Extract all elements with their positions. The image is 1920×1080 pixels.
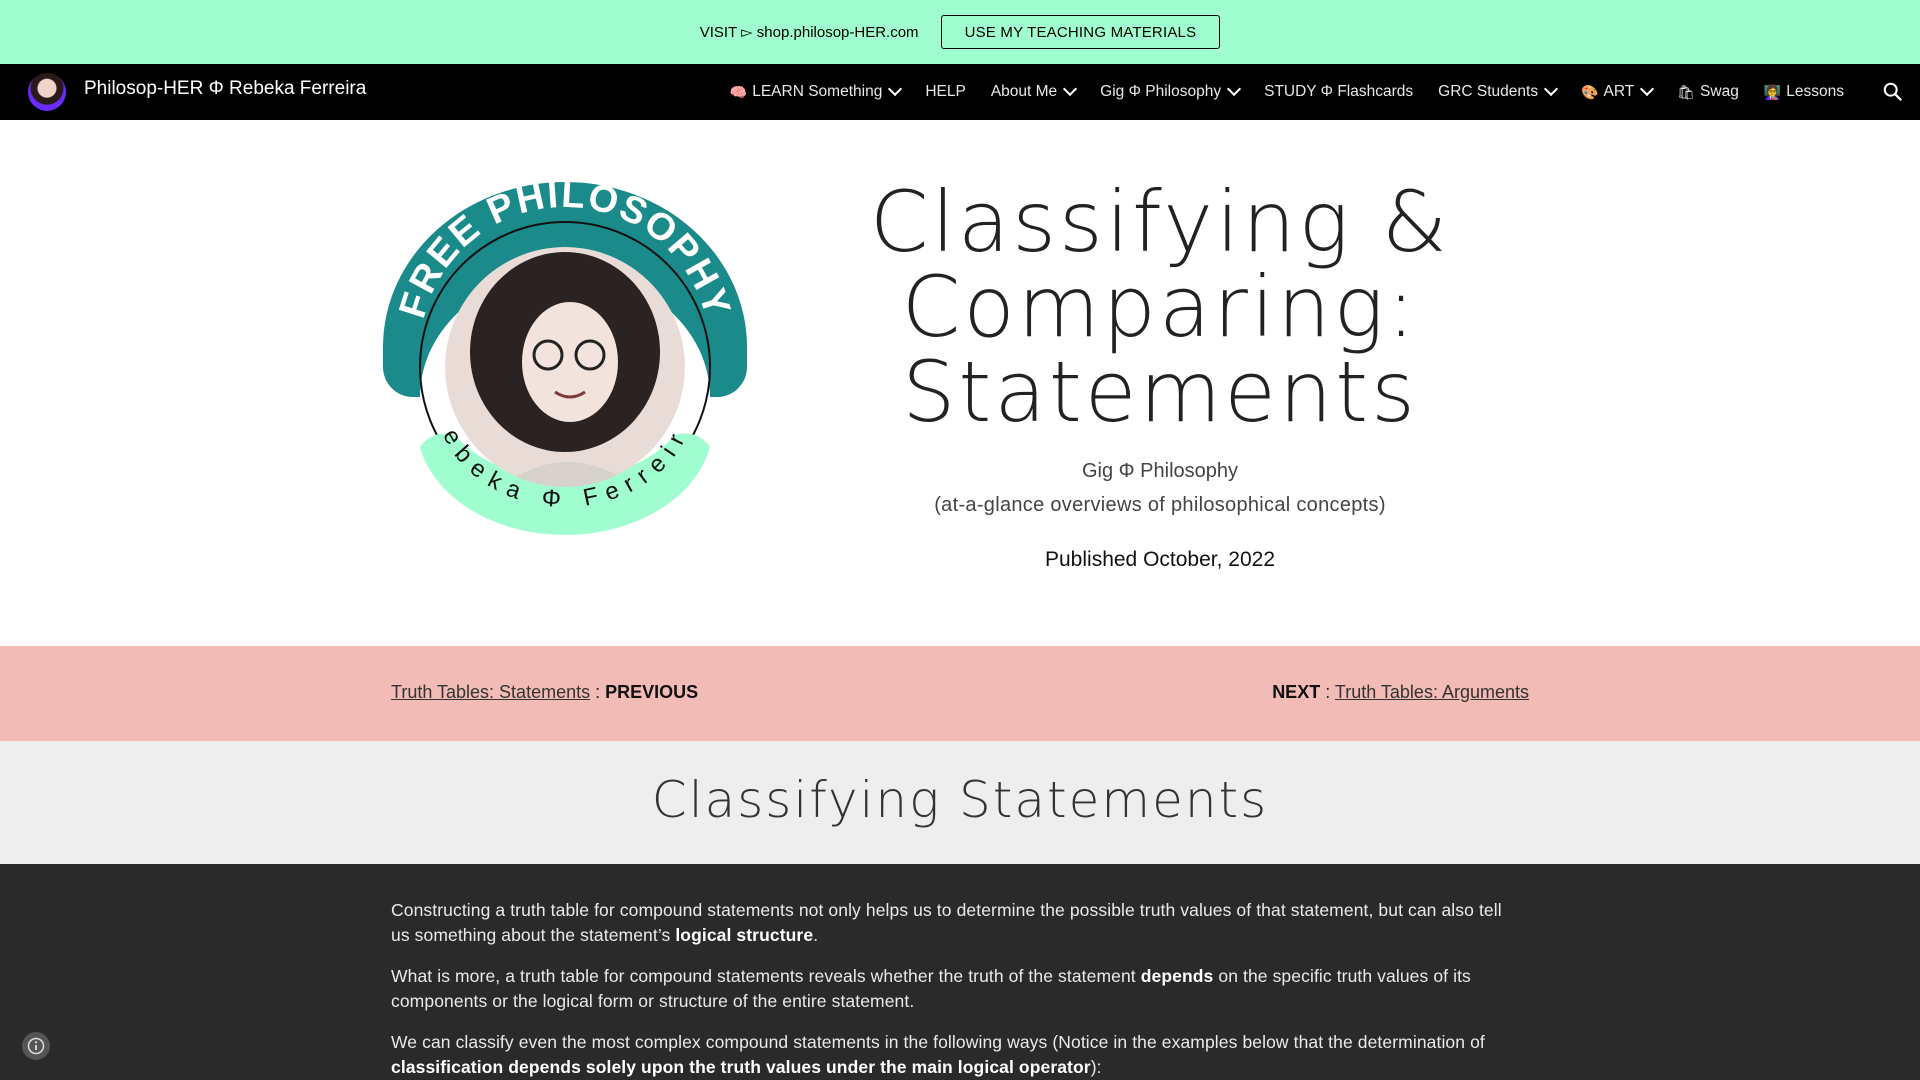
paragraph-2: What is more, a truth table for compound… <box>391 964 1521 1014</box>
site-avatar[interactable] <box>28 73 66 111</box>
shopping-bag-icon: 🛍 <box>1677 83 1696 100</box>
brain-icon: 🧠 <box>729 83 748 100</box>
nav-item-label: LEARN Something <box>752 83 883 100</box>
paragraph-text: We can classify even the most complex co… <box>391 1032 1485 1052</box>
previous-label: PREVIOUS <box>605 682 699 702</box>
published-date: Published October, 2022 <box>1045 548 1275 571</box>
site-navbar: Philosop-HER Φ Rebeka Ferreira 🧠 LEARN S… <box>0 64 1920 120</box>
palette-icon: 🎨 <box>1581 83 1599 100</box>
paragraph-bold-text: logical structure <box>675 925 814 945</box>
nav-item-label: About Me <box>990 83 1058 100</box>
next-nav: NEXT : Truth Tables: Arguments <box>1272 682 1529 703</box>
nav-item-grc-students[interactable]: GRC Students <box>1438 81 1559 101</box>
pager-separator: : <box>1320 682 1335 702</box>
nav-item-swag[interactable]: 🛍 Swag <box>1677 83 1739 101</box>
site-info-button[interactable] <box>22 1032 50 1060</box>
paragraph-bold-text: classification depends solely upon the t… <box>391 1057 1091 1077</box>
nav-item-label: HELP <box>925 83 966 100</box>
nav-item-help[interactable]: HELP <box>925 83 966 101</box>
section-header: Classifying Statements <box>0 741 1920 864</box>
previous-page-link[interactable]: Truth Tables: Statements <box>391 682 590 702</box>
nav-item-label: STUDY Φ Flashcards <box>1264 83 1414 100</box>
search-icon[interactable] <box>1882 81 1904 103</box>
teaching-materials-button[interactable]: USE MY TEACHING MATERIALS <box>940 15 1221 49</box>
nav-item-about[interactable]: About Me <box>990 81 1078 101</box>
page-subtitle: Gig Φ Philosophy <box>1081 460 1239 482</box>
page-pager: Truth Tables: Statements : PREVIOUS NEXT… <box>0 646 1920 741</box>
info-icon <box>27 1037 45 1055</box>
nav-item-gig-philosophy[interactable]: Gig Φ Philosophy <box>1100 81 1242 101</box>
chevron-down-icon <box>1227 81 1242 97</box>
teacher-icon: 👩‍🏫 <box>1763 83 1782 100</box>
top-banner: VISIT ▻ shop.philosop-HER.com USE MY TEA… <box>0 0 1920 64</box>
free-philosophy-logo: FREE PHILOSOPHY Rebeka Φ Ferreira <box>380 177 747 535</box>
hero-section: FREE PHILOSOPHY Rebeka Φ Ferreira Classi… <box>0 120 1920 646</box>
nav-menu: 🧠 LEARN Something HELP About Me Gig Φ Ph… <box>705 64 1844 120</box>
nav-item-learn[interactable]: 🧠 LEARN Something <box>729 81 903 101</box>
nav-item-label: Gig Φ Philosophy <box>1100 83 1222 100</box>
paragraph-text: . <box>813 925 819 945</box>
chevron-down-icon <box>888 81 903 97</box>
nav-item-label: ART <box>1603 83 1635 100</box>
chevron-down-icon <box>1063 81 1078 97</box>
chevron-down-icon <box>1640 81 1655 97</box>
paragraph-text: ): <box>1090 1057 1102 1077</box>
nav-item-label: GRC Students <box>1438 83 1539 100</box>
nav-item-art[interactable]: 🎨 ART <box>1581 81 1655 101</box>
site-title[interactable]: Philosop-HER Φ Rebeka Ferreira <box>84 78 366 100</box>
paragraph-bold-text: depends <box>1140 966 1214 986</box>
banner-text: VISIT ▻ shop.philosop-HER.com <box>699 24 919 41</box>
nav-item-lessons[interactable]: 👩‍🏫 Lessons <box>1764 83 1844 101</box>
next-page-link[interactable]: Truth Tables: Arguments <box>1335 682 1529 702</box>
paragraph-3: We can classify even the most complex co… <box>391 1030 1521 1080</box>
page-title: Classifying & Comparing: Statements <box>869 173 1451 441</box>
content-section: Constructing a truth table for compound … <box>0 864 1920 1080</box>
previous-nav: Truth Tables: Statements : PREVIOUS <box>391 682 698 703</box>
paragraph-1: Constructing a truth table for compound … <box>391 898 1521 948</box>
next-label: NEXT <box>1272 682 1321 702</box>
paragraph-text: Constructing a truth table for compound … <box>391 900 1502 945</box>
page-description: (at-a-glance overviews of philosophical … <box>934 494 1386 516</box>
pager-separator: : <box>590 682 606 702</box>
nav-item-label: Swag <box>1700 83 1739 100</box>
chevron-down-icon <box>1544 81 1559 97</box>
section-title: Classifying Statements <box>651 771 1269 829</box>
nav-item-label: Lessons <box>1786 83 1844 100</box>
paragraph-text: What is more, a truth table for compound… <box>391 966 1141 986</box>
nav-item-flashcards[interactable]: STUDY Φ Flashcards <box>1264 83 1413 101</box>
